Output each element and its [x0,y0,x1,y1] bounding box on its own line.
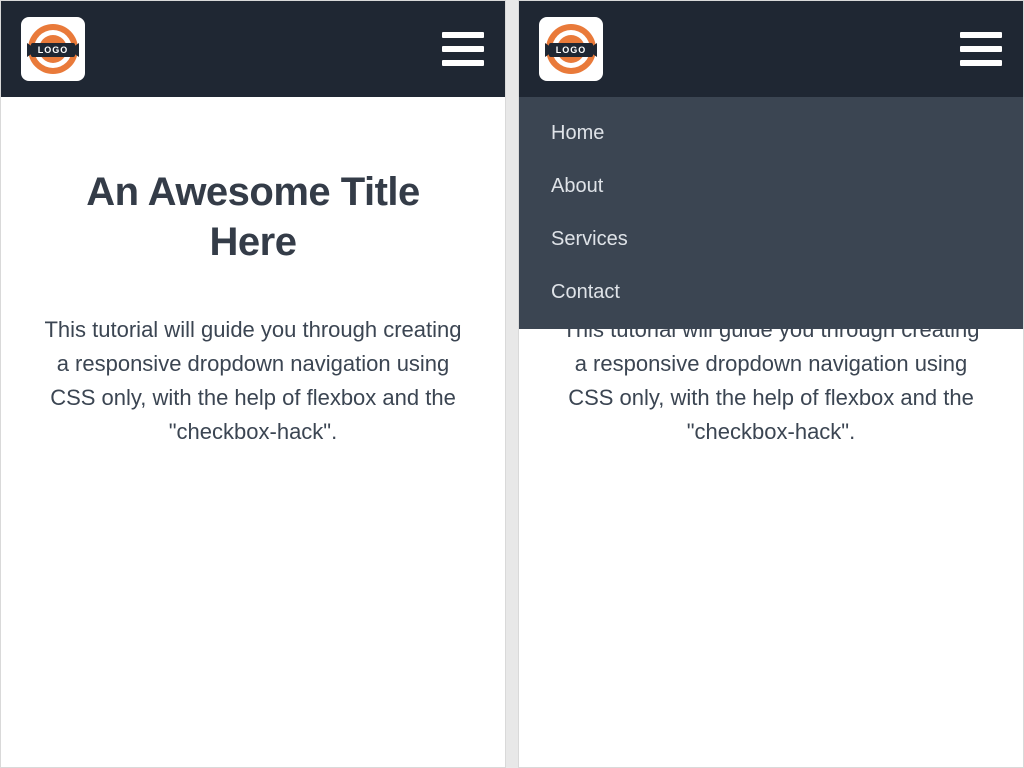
svg-text:LOGO: LOGO [38,45,69,55]
logo-icon: LOGO [543,21,599,77]
hamburger-menu-button[interactable] [441,27,485,71]
hamburger-bar-icon [442,46,484,52]
nav-item-label: Services [551,228,628,250]
logo[interactable]: LOGO [21,17,85,81]
nav-item-label: About [551,175,603,197]
mobile-dropdown-menu: Home About Services Contact [519,97,1023,329]
logo-icon: LOGO [25,21,81,77]
header-bar: LOGO [519,1,1023,97]
nav-item-contact[interactable]: Contact [519,266,1023,319]
nav-item-label: Contact [551,281,620,303]
main-content: An Awesome Title Here This tutorial will… [1,97,505,449]
nav-item-label: Home [551,122,604,144]
hamburger-bar-icon [960,32,1002,38]
nav-item-about[interactable]: About [519,160,1023,213]
screenshot-pair: LOGO An Awesome Title Here This tutorial… [0,0,1024,768]
hamburger-bar-icon [960,46,1002,52]
header-bar: LOGO [1,1,505,97]
logo[interactable]: LOGO [539,17,603,81]
page-lead: This tutorial will guide you through cre… [39,313,467,449]
svg-text:LOGO: LOGO [556,45,587,55]
page-lead: This tutorial will guide you through cre… [557,313,985,449]
hamburger-menu-button[interactable] [959,27,1003,71]
nav-item-home[interactable]: Home [519,107,1023,160]
hamburger-bar-icon [442,32,484,38]
page-title: An Awesome Title Here [39,167,467,267]
phone-menu-open: LOGO An Awesome Title Here This tutorial… [518,0,1024,768]
nav-item-services[interactable]: Services [519,213,1023,266]
phone-menu-closed: LOGO An Awesome Title Here This tutorial… [0,0,506,768]
hamburger-bar-icon [442,60,484,66]
hamburger-bar-icon [960,60,1002,66]
